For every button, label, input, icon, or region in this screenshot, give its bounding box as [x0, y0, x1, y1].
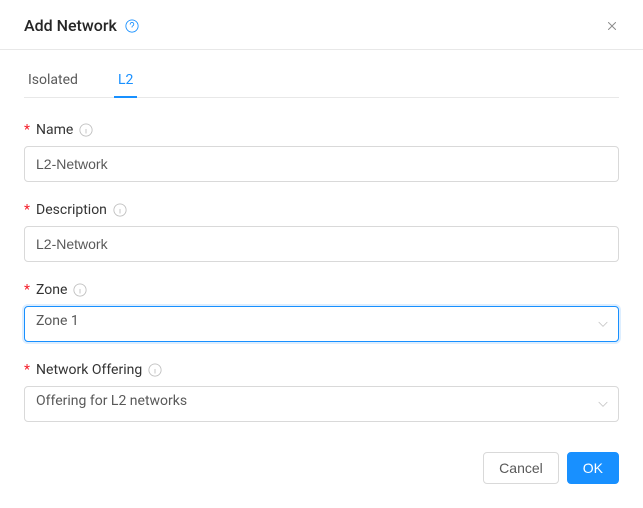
- tabs: Isolated L2: [24, 62, 619, 98]
- form-item-description: * Description: [24, 202, 619, 262]
- description-input[interactable]: [24, 226, 619, 262]
- info-icon[interactable]: [148, 363, 162, 377]
- name-label: Name: [36, 122, 73, 138]
- tab-l2-label: L2: [118, 72, 133, 88]
- tab-isolated-label: Isolated: [28, 72, 78, 88]
- cancel-button-label: Cancel: [499, 460, 543, 476]
- ok-button-label: OK: [583, 460, 603, 476]
- help-icon[interactable]: [125, 19, 139, 33]
- form-item-offering: * Network Offering Offering for L2 netwo…: [24, 362, 619, 422]
- form-item-name: * Name: [24, 122, 619, 182]
- add-network-modal: Add Network Isolated L2 *: [0, 0, 643, 508]
- required-asterisk: *: [24, 203, 30, 217]
- zone-select-value: Zone 1: [24, 306, 619, 342]
- ok-button[interactable]: OK: [567, 452, 619, 484]
- offering-select[interactable]: Offering for L2 networks: [24, 386, 619, 422]
- modal-footer: Cancel OK: [0, 442, 643, 508]
- form-item-zone: * Zone Zone 1: [24, 282, 619, 342]
- info-icon[interactable]: [73, 283, 87, 297]
- zone-select[interactable]: Zone 1: [24, 306, 619, 342]
- description-label: Description: [36, 202, 107, 218]
- cancel-button[interactable]: Cancel: [483, 452, 559, 484]
- close-icon[interactable]: [605, 19, 619, 33]
- required-asterisk: *: [24, 363, 30, 377]
- info-icon[interactable]: [79, 123, 93, 137]
- tab-isolated[interactable]: Isolated: [24, 62, 82, 98]
- zone-label: Zone: [36, 282, 67, 298]
- offering-label: Network Offering: [36, 362, 142, 378]
- modal-title: Add Network: [24, 16, 117, 35]
- required-asterisk: *: [24, 123, 30, 137]
- name-input[interactable]: [24, 146, 619, 182]
- offering-select-value: Offering for L2 networks: [24, 386, 619, 422]
- required-asterisk: *: [24, 283, 30, 297]
- modal-body: Isolated L2 * Name * Description: [0, 50, 643, 422]
- tab-l2[interactable]: L2: [114, 62, 137, 98]
- info-icon[interactable]: [113, 203, 127, 217]
- modal-header: Add Network: [0, 0, 643, 50]
